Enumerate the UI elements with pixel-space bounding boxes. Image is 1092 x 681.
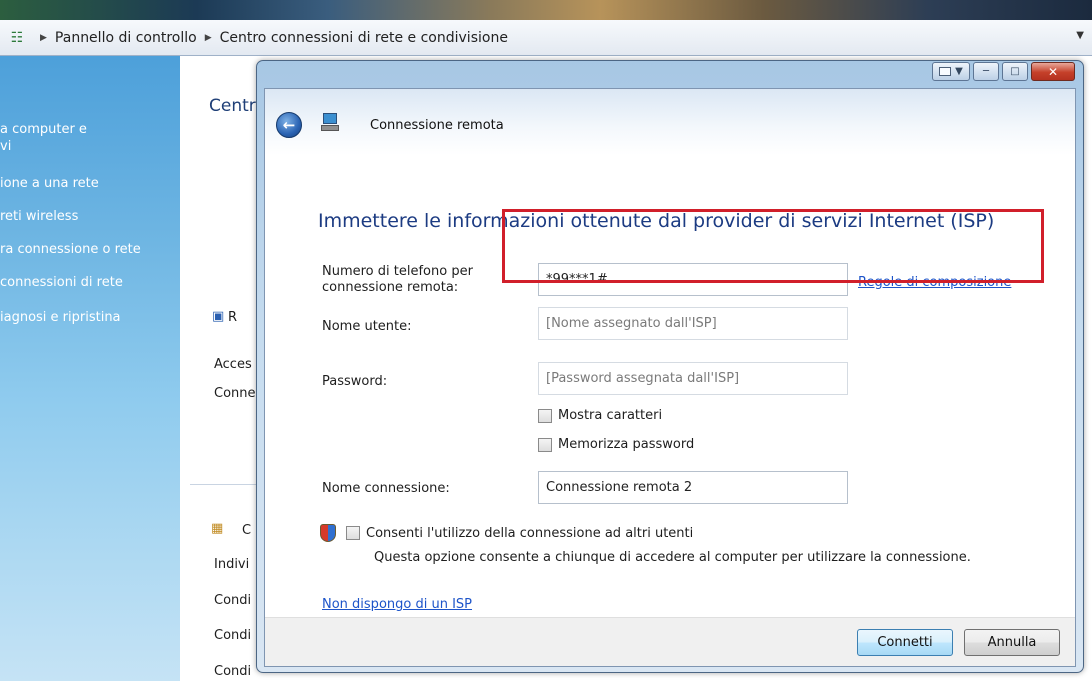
breadcrumb-chevron-icon: ▶ <box>204 32 212 43</box>
discovery-fragment: Indivi <box>214 557 250 572</box>
dial-up-dialog: ▼ ─ □ ✕ ← Connessione remota Immettere l… <box>256 60 1084 673</box>
instruction-heading: Immettere le informazioni ottenute dal p… <box>318 210 995 232</box>
connection-name-label: Nome connessione: <box>322 481 450 496</box>
help-icon <box>939 67 952 76</box>
network-icon: ☷ <box>10 29 24 46</box>
show-chars-label: Mostra caratteri <box>558 408 663 423</box>
remember-password-option[interactable]: Memorizza password <box>538 437 694 452</box>
dialog-header: ← Connessione remota <box>265 89 1075 155</box>
dial-up-icon <box>321 113 339 133</box>
cancel-button[interactable]: Annulla <box>964 629 1060 656</box>
chevron-down-icon: ▼ <box>955 66 963 77</box>
uac-shield-icon <box>320 524 336 542</box>
desktop-wallpaper-strip <box>0 0 1092 20</box>
username-label: Nome utente: <box>322 319 412 334</box>
phone-label: Numero di telefono per connessione remot… <box>322 264 473 296</box>
show-chars-option[interactable]: Mostra caratteri <box>538 408 662 423</box>
dialing-rules-link[interactable]: Regole di composizione <box>858 275 1011 290</box>
sharing-row-fragment: Condi <box>214 664 252 679</box>
phone-number-field[interactable] <box>538 263 848 296</box>
phone-label-line1: Numero di telefono per <box>322 264 473 279</box>
password-field[interactable] <box>538 362 848 395</box>
modem-icon <box>321 125 339 131</box>
allow-others-option[interactable]: Consenti l'utilizzo della connessione ad… <box>320 524 693 542</box>
remember-password-checkbox[interactable] <box>538 437 552 452</box>
show-chars-checkbox[interactable] <box>538 408 552 423</box>
password-label: Password: <box>322 374 388 389</box>
sharing-row-fragment: Condi <box>214 628 252 643</box>
task-link-computers-cont[interactable]: vi <box>0 138 11 155</box>
phone-label-line2: connessione remota: <box>322 280 459 295</box>
breadcrumb-item-network-center[interactable]: Centro connessioni di rete e condivision… <box>220 30 508 46</box>
sharing-row-fragment: Condi <box>214 593 252 608</box>
allow-others-description: Questa opzione consente a chiunque di ac… <box>374 550 971 565</box>
remember-password-label: Memorizza password <box>558 437 695 452</box>
window-controls: ▼ ─ □ ✕ <box>932 62 1075 81</box>
address-dropdown-icon[interactable]: ▼ <box>1076 30 1084 41</box>
dialog-title: Connessione remota <box>370 118 504 133</box>
close-button[interactable]: ✕ <box>1031 62 1075 81</box>
task-link-diagnose[interactable]: iagnosi e ripristina <box>0 309 121 326</box>
sharing-fragment: C <box>242 523 252 538</box>
dialog-body: ← Connessione remota Immettere le inform… <box>264 88 1076 667</box>
access-fragment: Acces <box>214 357 252 372</box>
minimize-button[interactable]: ─ <box>973 62 999 81</box>
no-isp-link[interactable]: Non dispongo di un ISP <box>322 597 472 612</box>
breadcrumb-item-control-panel[interactable]: Pannello di controllo <box>55 30 197 46</box>
network-icon: ▣ <box>212 309 225 324</box>
username-field[interactable] <box>538 307 848 340</box>
monitor-icon <box>323 113 337 124</box>
divider <box>190 484 260 485</box>
connection-name-field[interactable] <box>538 471 848 504</box>
page-title: Centr <box>209 96 256 116</box>
task-link-computers[interactable]: a computer e <box>0 121 87 138</box>
task-link-manage-connections[interactable]: connessioni di rete <box>0 274 123 291</box>
allow-others-label: Consenti l'utilizzo della connessione ad… <box>366 525 694 541</box>
help-button[interactable]: ▼ <box>932 62 970 81</box>
connect-button[interactable]: Connetti <box>857 629 953 656</box>
task-link-wireless[interactable]: reti wireless <box>0 208 78 225</box>
task-link-new-connection[interactable]: ra connessione o rete <box>0 241 141 258</box>
allow-others-checkbox[interactable] <box>346 526 360 540</box>
back-button[interactable]: ← <box>276 112 302 138</box>
dialog-footer: Connetti Annulla <box>265 617 1075 666</box>
network-name-fragment: R <box>228 310 238 325</box>
sharing-icon: ▦ <box>211 521 224 536</box>
breadcrumb-chevron-icon: ▶ <box>40 32 47 43</box>
connection-fragment: Conne <box>214 386 256 401</box>
task-pane: a computer e vi ione a una rete reti wir… <box>0 56 180 681</box>
maximize-button[interactable]: □ <box>1002 62 1028 81</box>
address-bar[interactable]: ☷ ▶ Pannello di controllo ▶ Centro conne… <box>0 20 1092 56</box>
task-link-connect[interactable]: ione a una rete <box>0 175 99 192</box>
dialog-content: Immettere le informazioni ottenute dal p… <box>265 155 1075 612</box>
